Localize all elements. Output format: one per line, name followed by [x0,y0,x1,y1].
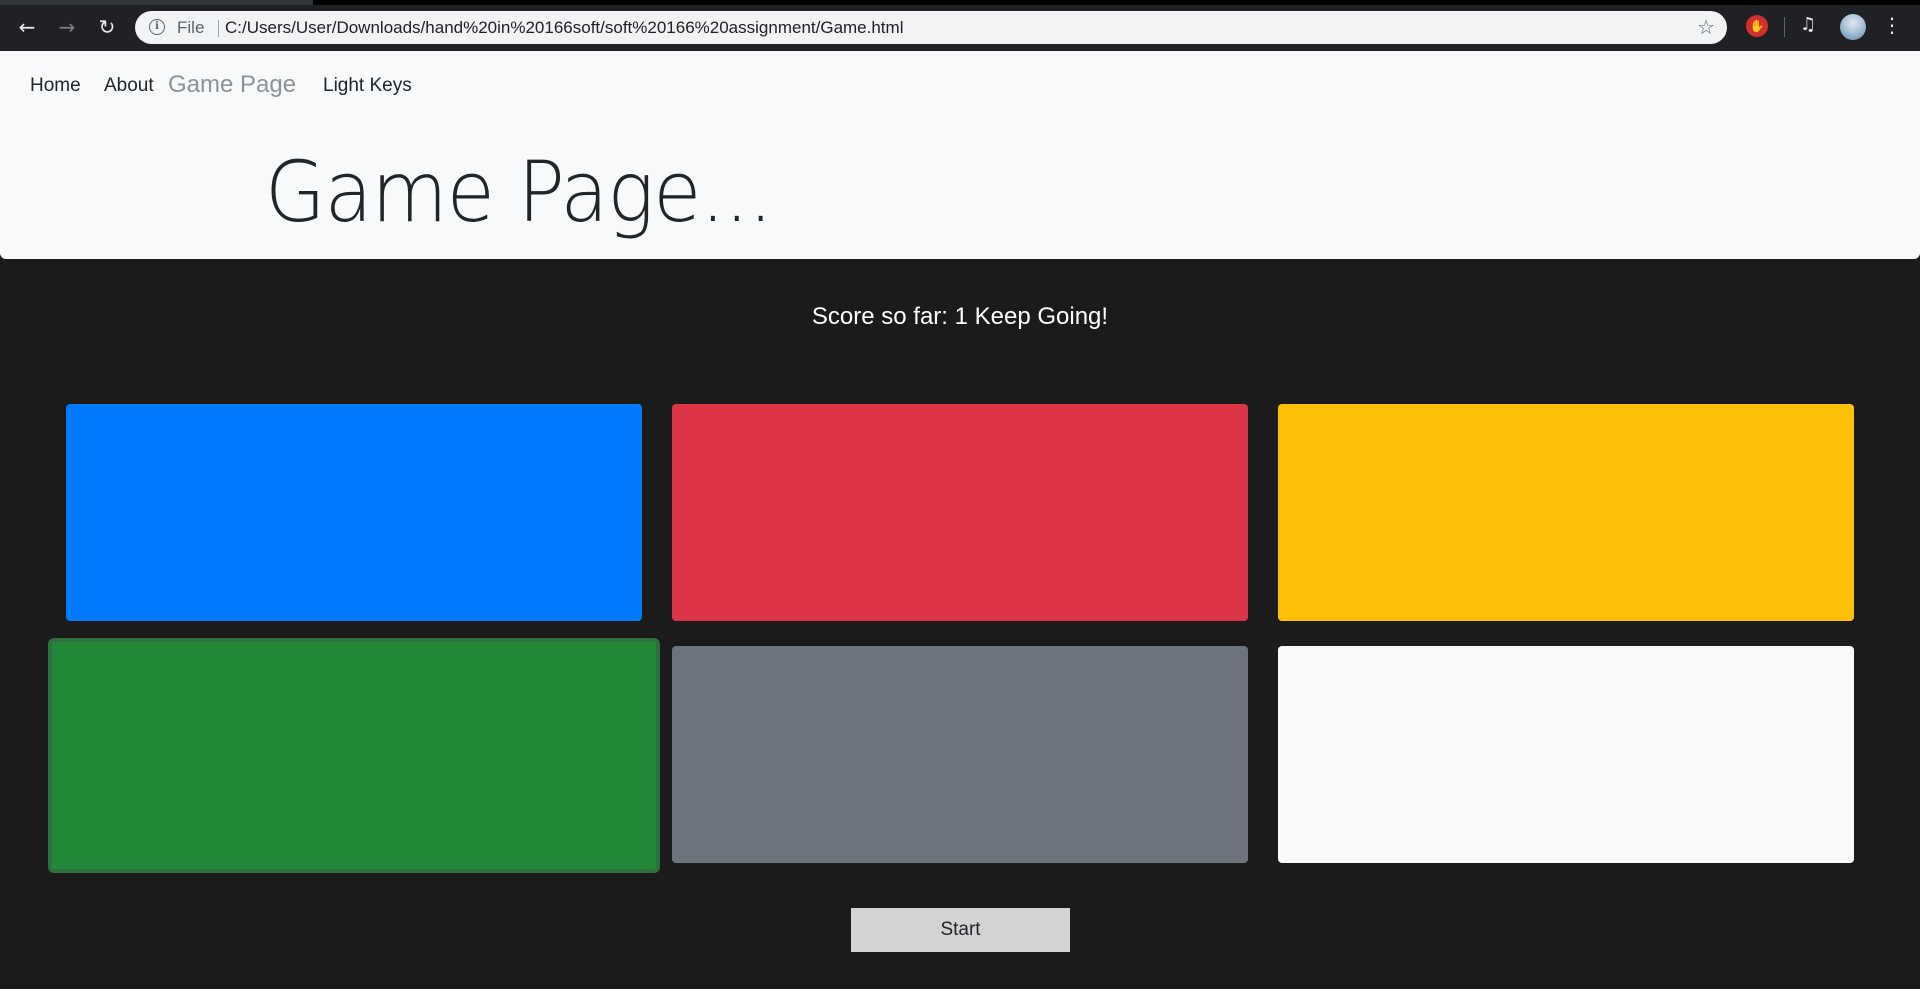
nav-link-home[interactable]: Home [30,75,81,97]
page-title: Game Page... [265,143,773,241]
url-separator [218,20,219,37]
nav-link-light-keys[interactable]: Light Keys [323,75,412,97]
more-vertical-icon[interactable]: ⋮ [1882,13,1902,37]
tile-white[interactable] [1278,646,1854,863]
star-icon[interactable]: ☆ [1697,15,1715,39]
forward-arrow-icon[interactable]: → [53,13,81,41]
url-scheme: File [177,18,205,37]
tile-yellow[interactable] [1278,404,1854,621]
page-header: Home About Game Page Light Keys Game Pag… [0,51,1920,259]
tab-strip [0,0,1920,5]
profile-avatar[interactable] [1840,14,1866,40]
media-queue-icon[interactable]: ♫ [1800,14,1816,35]
nav-link-about[interactable]: About [104,75,154,97]
info-icon[interactable]: i [149,19,165,35]
tile-gray[interactable] [672,646,1248,863]
active-tab-edge [0,0,313,5]
score-text: Score so far: 1 Keep Going! [811,303,1109,330]
url-text[interactable]: C:/Users/User/Downloads/hand%20in%20166s… [225,18,903,38]
tile-blue[interactable] [66,404,642,621]
nav-link-game-page[interactable]: Game Page [168,71,296,99]
start-button[interactable]: Start [851,908,1070,952]
reload-icon[interactable]: ↻ [93,13,121,41]
back-arrow-icon[interactable]: ← [13,13,41,41]
tile-red[interactable] [672,404,1248,621]
address-bar[interactable]: i File C:/Users/User/Downloads/hand%20in… [135,11,1727,44]
tile-green[interactable] [48,638,660,873]
toolbar-divider [1784,17,1785,37]
browser-toolbar: ← → ↻ i File C:/Users/User/Downloads/han… [0,0,1920,51]
stop-hand-icon[interactable]: ✋ [1746,15,1768,37]
